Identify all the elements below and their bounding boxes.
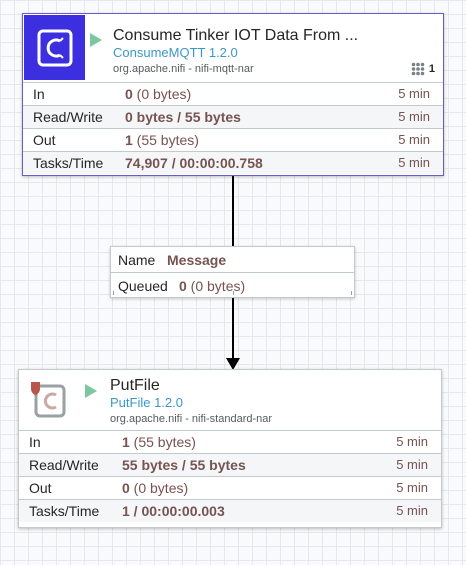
stat-age: 5 min (398, 155, 430, 170)
stat-value: 1 (55 bytes) (122, 434, 196, 450)
backpressure-divider (232, 291, 234, 295)
stat-row-out: Out 0 (0 bytes) 5 min (19, 476, 441, 499)
processor-consume-mqtt[interactable]: Consume Tinker IOT Data From ... Consume… (22, 13, 444, 176)
connection-label[interactable]: Name Message Queued 0 (0 bytes) (110, 246, 355, 298)
stat-label: Tasks/Time (33, 155, 104, 171)
connection-name-row: Name Message (111, 247, 354, 272)
connection-name-label: Name (118, 252, 156, 268)
connection-name: Message (167, 252, 227, 268)
stat-row-in: In 1 (55 bytes) 5 min (19, 430, 441, 453)
connection-line[interactable] (232, 298, 234, 360)
active-threads-count: 1 (428, 63, 435, 75)
stat-age: 5 min (398, 109, 430, 124)
processor-type: ConsumeMQTT 1.2.0 (113, 45, 238, 60)
processor-type: PutFile 1.2.0 (110, 395, 183, 410)
stat-value: 0 (0 bytes) (125, 86, 192, 102)
processor-bundle: org.apache.nifi - nifi-mqtt-nar (113, 63, 254, 75)
processor-stats: In 1 (55 bytes) 5 min Read/Write 55 byte… (19, 430, 441, 522)
processor-stats: In 0 (0 bytes) 5 min Read/Write 0 bytes … (23, 82, 443, 174)
stat-label: Out (33, 132, 56, 148)
active-threads-badge: 1 (411, 62, 435, 76)
stat-row-read-write: Read/Write 0 bytes / 55 bytes 5 min (23, 105, 443, 128)
stat-age: 5 min (396, 457, 428, 472)
stat-label: In (29, 434, 41, 450)
stat-value: 0 bytes / 55 bytes (125, 109, 241, 125)
stat-value: 1 / 00:00:00.003 (122, 503, 225, 519)
connection-line[interactable] (232, 176, 234, 247)
stat-age: 5 min (396, 503, 428, 518)
stat-age: 5 min (398, 86, 430, 101)
connection-queued-row: Queued 0 (0 bytes) (111, 272, 354, 297)
connection-queued-value: 0 (0 bytes) (179, 278, 246, 294)
processor-header: PutFile PutFile 1.2.0 org.apache.nifi - … (19, 370, 441, 430)
processor-bundle: org.apache.nifi - nifi-standard-nar (110, 413, 273, 425)
stat-label: Out (29, 480, 52, 496)
processor-icon (37, 29, 72, 66)
stat-label: Read/Write (33, 109, 103, 125)
running-icon (90, 33, 102, 47)
stat-age: 5 min (396, 480, 428, 495)
stat-value: 74,907 / 00:00:00.758 (125, 155, 263, 171)
backpressure-bar (113, 291, 352, 295)
connection-queued-label: Queued (118, 278, 168, 294)
stat-age: 5 min (398, 132, 430, 147)
stat-row-tasks-time: Tasks/Time 74,907 / 00:00:00.758 5 min (23, 151, 443, 174)
stat-value: 1 (55 bytes) (125, 132, 199, 148)
stat-label: Read/Write (29, 457, 99, 473)
running-icon (85, 384, 97, 398)
processor-header: Consume Tinker IOT Data From ... Consume… (23, 14, 443, 82)
stat-value: 0 (0 bytes) (122, 480, 189, 496)
processor-icon (20, 371, 76, 429)
processor-icon (24, 15, 85, 80)
threads-icon (411, 62, 425, 76)
shield-icon (31, 382, 40, 396)
stat-age: 5 min (396, 434, 428, 449)
stat-row-out: Out 1 (55 bytes) 5 min (23, 128, 443, 151)
stat-label: In (33, 86, 45, 102)
stat-value: 55 bytes / 55 bytes (122, 457, 246, 473)
stat-row-in: In 0 (0 bytes) 5 min (23, 82, 443, 105)
stat-label: Tasks/Time (29, 503, 100, 519)
processor-icon (31, 382, 66, 418)
processor-name: PutFile (110, 377, 160, 394)
processor-name: Consume Tinker IOT Data From ... (113, 27, 359, 44)
stat-row-read-write: Read/Write 55 bytes / 55 bytes 5 min (19, 453, 441, 476)
stat-row-tasks-time: Tasks/Time 1 / 00:00:00.003 5 min (19, 499, 441, 522)
processor-putfile[interactable]: PutFile PutFile 1.2.0 org.apache.nifi - … (18, 369, 442, 528)
